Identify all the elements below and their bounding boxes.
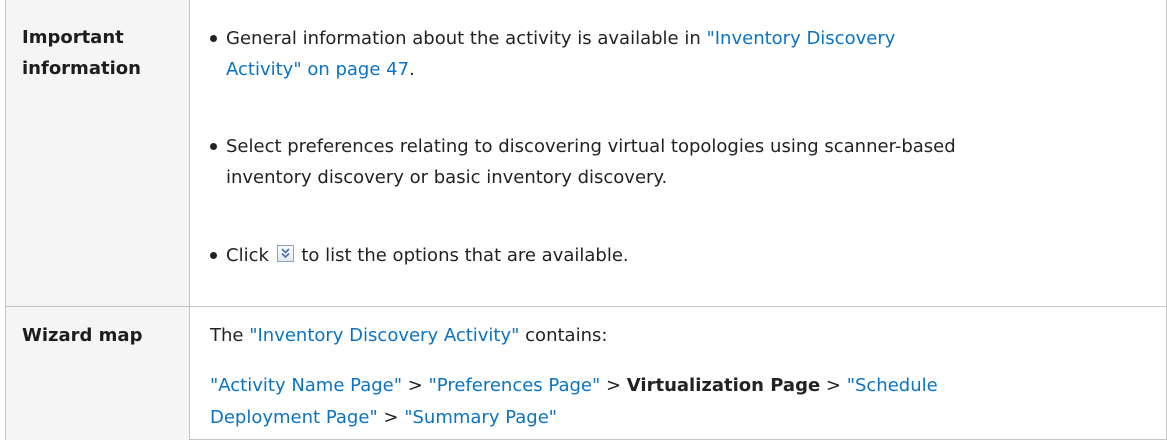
- general-info-text: General information about the activity i…: [226, 28, 707, 49]
- label-important-line1: Important: [22, 27, 124, 48]
- bullet-dot: [210, 143, 217, 150]
- wizard-map-line2: Deployment Page" > "Summary Page": [210, 402, 1158, 434]
- bullet-dot: [210, 252, 217, 259]
- content-wizard-map: The "Inventory Discovery Activity" conta…: [190, 307, 1166, 440]
- expand-icon: [276, 245, 294, 262]
- wizard-intro: The "Inventory Discovery Activity" conta…: [210, 320, 1158, 352]
- link-inventory-discovery-activity-b[interactable]: Activity" on page 47: [226, 59, 409, 80]
- link-summary-page[interactable]: "Summary Page": [404, 407, 557, 428]
- click-rest-text: to list the options that are available.: [295, 245, 629, 266]
- link-inventory-discovery-activity-a[interactable]: "Inventory Discovery: [706, 28, 895, 49]
- separator: >: [600, 375, 627, 396]
- label-wizard-map: Wizard map: [22, 325, 143, 346]
- link-schedule-deployment-page-a[interactable]: "Schedule: [847, 375, 938, 396]
- link-schedule-deployment-page-b[interactable]: Deployment Page": [210, 407, 378, 428]
- bullet-dot: [210, 35, 217, 42]
- info-table: Important information General informatio…: [5, 0, 1167, 440]
- content-important: General information about the activity i…: [190, 0, 1166, 306]
- label-cell-important: Important information: [6, 0, 190, 306]
- label-important-line2: information: [22, 58, 141, 79]
- select-preferences-line2: inventory discovery or basic inventory d…: [226, 167, 668, 188]
- separator: >: [820, 375, 847, 396]
- link-preferences-page[interactable]: "Preferences Page": [429, 375, 601, 396]
- select-preferences-line1: Select preferences relating to discoveri…: [226, 136, 956, 157]
- row-important-information: Important information General informatio…: [6, 0, 1166, 307]
- general-info-period: .: [409, 59, 415, 80]
- wizard-intro-post: contains:: [519, 325, 608, 346]
- row-wizard-map: Wizard map The "Inventory Discovery Acti…: [6, 307, 1166, 440]
- separator: >: [377, 407, 405, 428]
- separator: >: [402, 375, 429, 396]
- link-activity-name-page[interactable]: "Activity Name Page": [210, 375, 402, 396]
- current-page-virtualization: Virtualization Page: [626, 375, 821, 396]
- label-cell-wizard-map: Wizard map: [6, 307, 190, 440]
- wizard-map-line1: "Activity Name Page" > "Preferences Page…: [210, 370, 1158, 402]
- click-text: Click: [226, 245, 275, 266]
- wizard-intro-pre: The: [210, 325, 250, 346]
- link-inventory-discovery-activity-c[interactable]: "Inventory Discovery Activity": [249, 325, 519, 346]
